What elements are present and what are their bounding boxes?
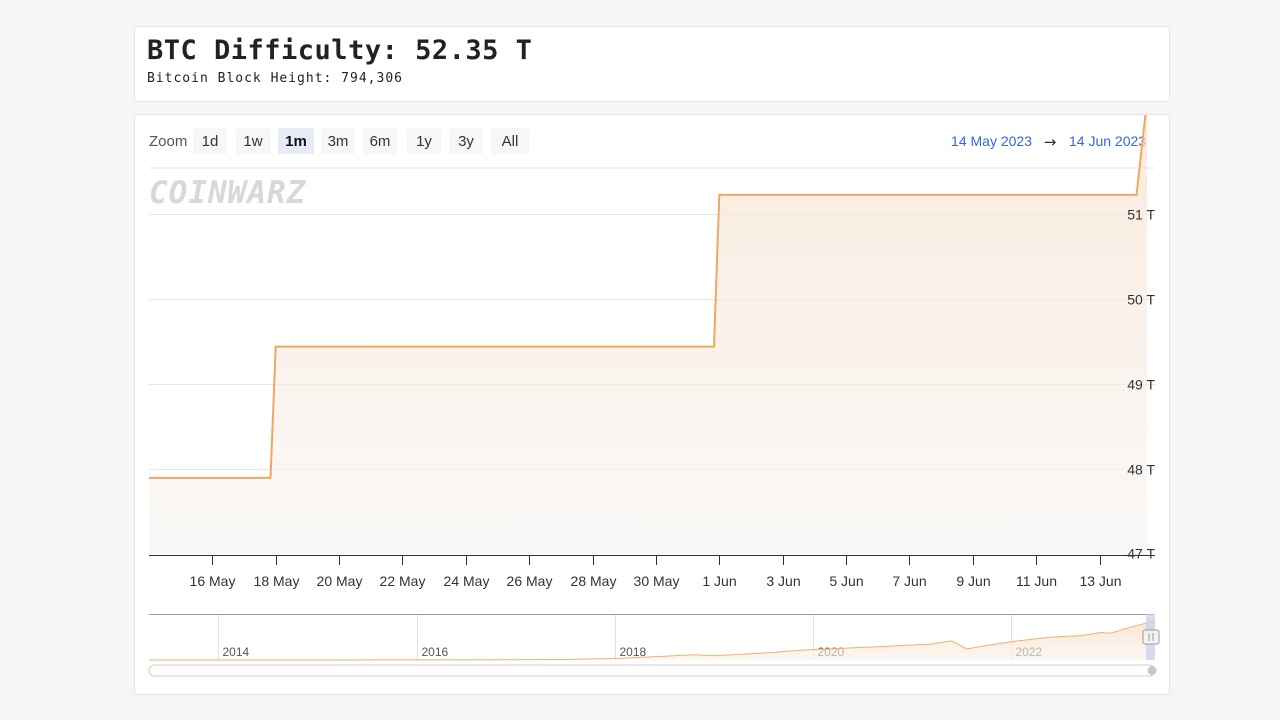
- x-tick-label: 7 Jun: [892, 573, 926, 589]
- navigator-scrollbar[interactable]: [148, 664, 1156, 677]
- zoom-label: Zoom: [149, 133, 187, 150]
- x-tick-label: 11 Jun: [1016, 573, 1057, 589]
- x-tick-label: 28 May: [571, 573, 617, 589]
- y-tick-label: 47 T: [1127, 546, 1155, 562]
- zoom-button-All[interactable]: All: [502, 133, 519, 150]
- y-tick-label: 48 T: [1127, 462, 1155, 478]
- header-card: BTC Difficulty: 52.35 T Bitcoin Block He…: [134, 26, 1170, 102]
- zoom-button-6m[interactable]: 6m: [370, 133, 391, 150]
- zoom-button-3m[interactable]: 3m: [328, 133, 349, 150]
- zoom-button-1m[interactable]: 1m: [285, 133, 307, 150]
- navigator-handle[interactable]: [1142, 629, 1160, 645]
- navigator-year-label: 2014: [223, 645, 250, 659]
- navigator[interactable]: 20142016201820202022: [148, 614, 1160, 677]
- x-axis-ticks: 16 May 18 May 20 May 22 May 24 May 26 May 28 M…: [190, 556, 1122, 589]
- x-tick-label: 24 May: [444, 573, 490, 589]
- coinwarz-watermark: COINWARZ: [149, 175, 307, 211]
- block-height-subtitle: Bitcoin Block Height: 794,306: [147, 71, 403, 86]
- range-to[interactable]: 14 Jun 2023: [1069, 133, 1146, 149]
- chart-card: Zoom 1d 1w 1m 3m 6m 1y 3y All 14 May 2023 → 14 …: [134, 114, 1170, 695]
- x-tick-label: 16 May: [190, 573, 236, 589]
- x-tick-label: 9 Jun: [956, 573, 990, 589]
- x-tick-label: 20 May: [317, 573, 363, 589]
- x-tick-label: 30 May: [634, 573, 680, 589]
- x-tick-label: 13 Jun: [1079, 573, 1121, 589]
- scrollbar-thumb[interactable]: [1147, 666, 1157, 675]
- zoom-button-1y[interactable]: 1y: [416, 133, 432, 150]
- x-tick-label: 22 May: [380, 573, 426, 589]
- page-title: BTC Difficulty: 52.35 T: [147, 35, 533, 66]
- x-tick-label: 5 Jun: [829, 573, 863, 589]
- y-tick-label: 50 T: [1127, 292, 1155, 308]
- zoom-button-3y[interactable]: 3y: [458, 133, 474, 150]
- y-tick-label: 49 T: [1127, 377, 1155, 393]
- zoom-button-1d[interactable]: 1d: [202, 133, 219, 150]
- x-tick-label: 18 May: [254, 573, 300, 589]
- range-arrow: →: [1044, 133, 1057, 151]
- y-tick-label: 51 T: [1127, 207, 1155, 223]
- navigator-year-label: 2016: [422, 645, 449, 659]
- difficulty-chart: Zoom 1d 1w 1m 3m 6m 1y 3y All 14 May 2023 → 14 …: [148, 115, 1160, 677]
- zoom-buttons: 1d 1w 1m 3m 6m 1y 3y All: [193, 128, 529, 154]
- range-from[interactable]: 14 May 2023: [951, 133, 1032, 149]
- x-tick-label: 26 May: [507, 573, 553, 589]
- x-tick-label: 3 Jun: [766, 573, 800, 589]
- x-tick-label: 1 Jun: [702, 573, 736, 589]
- zoom-button-1w[interactable]: 1w: [243, 133, 262, 150]
